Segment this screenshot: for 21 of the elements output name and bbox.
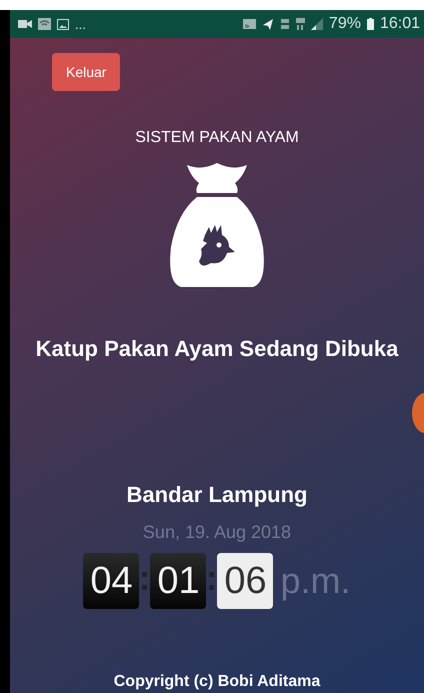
battery-level: 79% (328, 15, 361, 33)
wifi-icon (38, 18, 51, 30)
clock-digit: 01 (150, 553, 206, 609)
location-name: Bandar Lampung (126, 482, 308, 508)
logout-button[interactable]: Keluar (52, 53, 120, 91)
image-icon (57, 18, 69, 30)
status-message: Katup Pakan Ayam Sedang Dibuka (36, 335, 398, 362)
clock-digit: 06 (217, 553, 274, 609)
meridiem-label: p.m. (280, 560, 350, 602)
colon-separator (142, 572, 148, 590)
app-title: SISTEM PAKAN AYAM (135, 129, 299, 147)
colon-separator (209, 572, 214, 590)
clock-digit: 04 (83, 553, 140, 609)
clock-time: 16:01 (380, 15, 420, 33)
signal-icon (310, 18, 323, 30)
date-label: Sun, 19. Aug 2018 (142, 522, 292, 543)
battery-icon (366, 18, 374, 30)
cast-icon (242, 19, 256, 29)
copyright-text: Copyright (c) Bobi Aditama (114, 673, 320, 691)
more-notifications: ... (75, 16, 86, 32)
video-icon (18, 19, 32, 29)
